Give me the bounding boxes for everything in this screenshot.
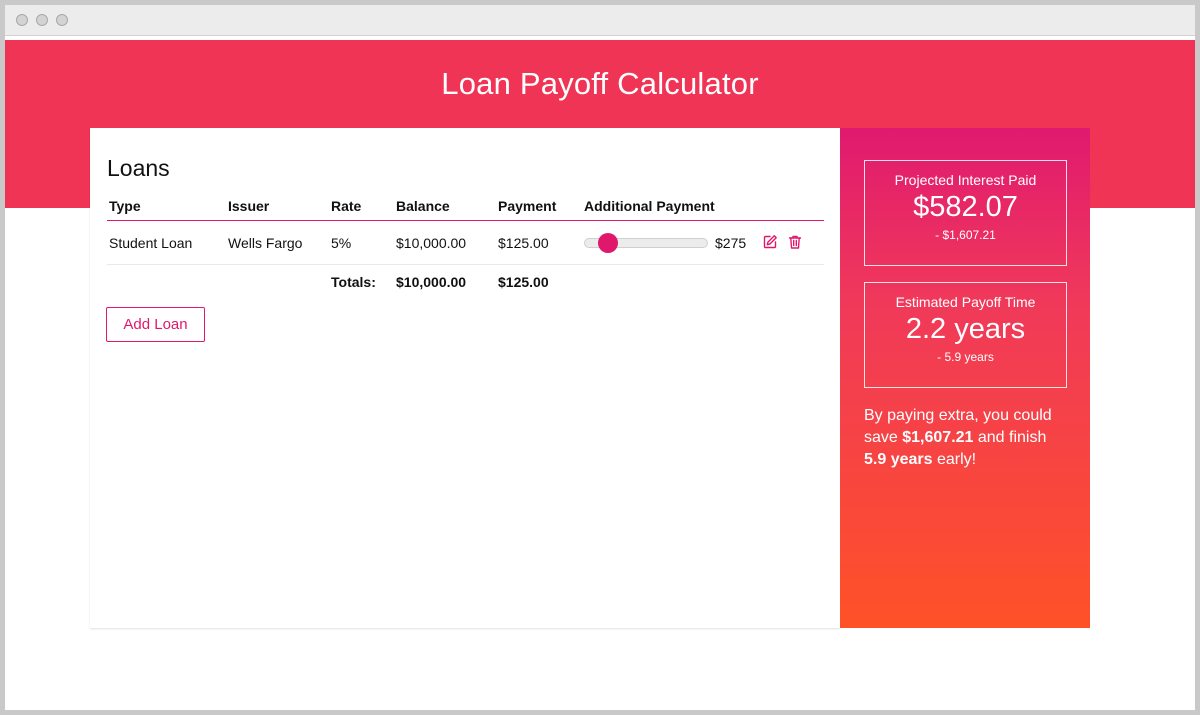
column-header-balance: Balance	[396, 198, 450, 214]
savings-amount: $1,607.21	[902, 429, 974, 446]
payoff-time-card: Estimated Payoff Time 2.2 years - 5.9 ye…	[864, 282, 1067, 388]
payoff-time-value: 2.2 years	[905, 313, 1026, 345]
trash-icon[interactable]	[787, 234, 803, 250]
edit-icon[interactable]	[762, 234, 778, 250]
column-header-rate: Rate	[331, 198, 362, 214]
additional-payment-value: $275	[715, 235, 747, 251]
window-titlebar	[5, 5, 1195, 36]
time-saved: 5.9 years	[864, 451, 933, 468]
savings-message-text: early!	[932, 451, 977, 468]
projected-interest-value: $582.07	[913, 191, 1018, 223]
window-close-dot[interactable]	[16, 14, 28, 26]
additional-payment-slider-thumb[interactable]	[598, 233, 618, 253]
loan-rate-cell: 5%	[331, 235, 352, 251]
loans-heading: Loans	[107, 155, 170, 181]
projected-interest-delta: - $1,607.21	[935, 228, 996, 242]
window-maximize-dot[interactable]	[56, 14, 68, 26]
table-row-divider	[107, 264, 824, 265]
projected-interest-card: Projected Interest Paid $582.07 - $1,607…	[864, 160, 1067, 266]
payoff-time-label: Estimated Payoff Time	[895, 294, 1036, 310]
results-panel: Projected Interest Paid $582.07 - $1,607…	[840, 128, 1090, 628]
column-header-issuer: Issuer	[228, 198, 270, 214]
savings-message: By paying extra, you could save $1,607.2…	[864, 405, 1069, 471]
loans-card: Loans Type Issuer Rate Balance Payment A…	[90, 128, 840, 628]
totals-balance: $10,000.00	[396, 274, 467, 290]
savings-message-text: and finish	[973, 429, 1047, 446]
totals-label: Totals:	[331, 274, 376, 290]
loan-issuer-cell: Wells Fargo	[228, 235, 303, 251]
loan-balance-cell: $10,000.00	[396, 235, 467, 251]
payoff-time-delta: - 5.9 years	[937, 350, 994, 364]
window-minimize-dot[interactable]	[36, 14, 48, 26]
column-header-additional-payment: Additional Payment	[584, 198, 715, 214]
column-header-type: Type	[109, 198, 141, 214]
column-header-payment: Payment	[498, 198, 557, 214]
page-title: Loan Payoff Calculator	[441, 66, 759, 101]
loan-payment-cell: $125.00	[498, 235, 549, 251]
add-loan-button[interactable]: Add Loan	[106, 307, 205, 342]
table-header-divider	[107, 220, 824, 221]
browser-window: Loan Payoff Calculator Loans Type Issuer…	[5, 5, 1195, 710]
projected-interest-label: Projected Interest Paid	[894, 172, 1037, 188]
totals-payment: $125.00	[498, 274, 549, 290]
loan-type-cell: Student Loan	[109, 235, 193, 251]
